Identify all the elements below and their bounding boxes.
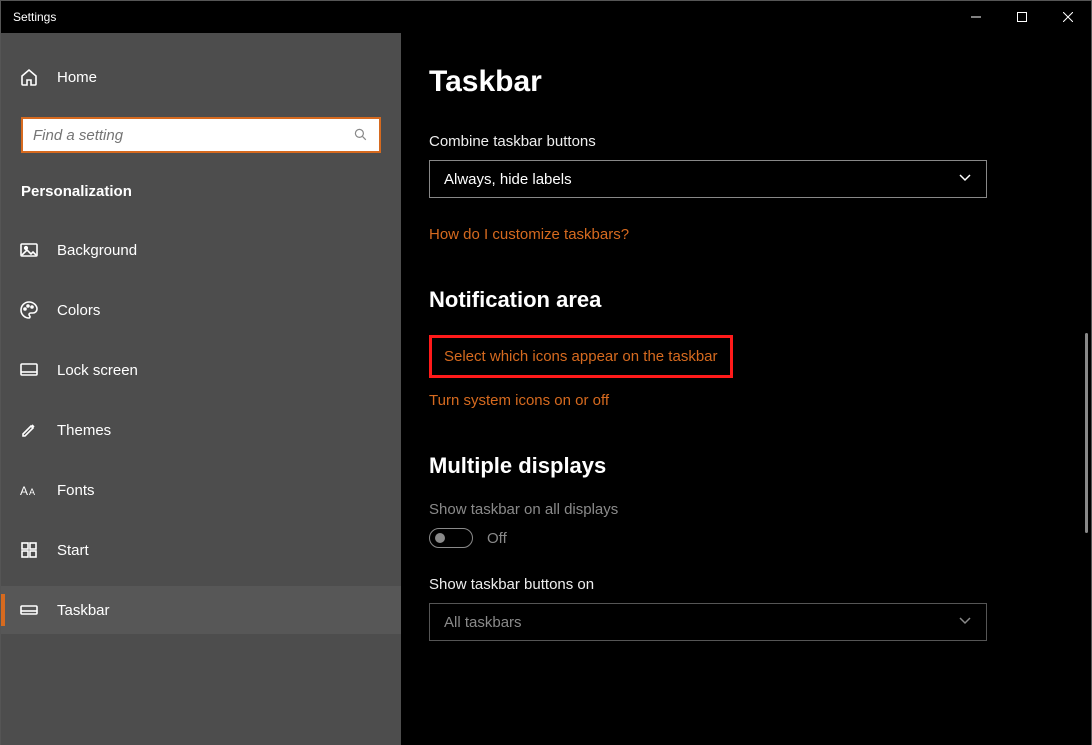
minimize-icon <box>971 12 981 22</box>
content-pane: Taskbar Combine taskbar buttons Always, … <box>401 33 1091 745</box>
sidebar-item-label: Background <box>57 242 137 259</box>
chevron-down-icon <box>958 170 972 188</box>
link-select-icons[interactable]: Select which icons appear on the taskbar <box>444 348 718 365</box>
sidebar-item-lockscreen[interactable]: Lock screen <box>1 346 401 394</box>
page-title: Taskbar <box>429 65 1063 99</box>
show-buttons-label: Show taskbar buttons on <box>429 576 1063 593</box>
show-all-displays-label: Show taskbar on all displays <box>429 501 1063 518</box>
themes-icon <box>19 420 39 440</box>
sidebar-item-fonts[interactable]: AA Fonts <box>1 466 401 514</box>
sidebar-item-taskbar[interactable]: Taskbar <box>1 586 401 634</box>
fonts-icon: AA <box>19 480 39 500</box>
palette-icon <box>19 300 39 320</box>
minimize-button[interactable] <box>953 1 999 33</box>
section-notification-area: Notification area <box>429 287 1063 313</box>
sidebar-item-colors[interactable]: Colors <box>1 286 401 334</box>
settings-window: Settings Home <box>0 0 1092 745</box>
combine-dropdown[interactable]: Always, hide labels <box>429 160 987 198</box>
link-customize-taskbars[interactable]: How do I customize taskbars? <box>429 226 1063 243</box>
combine-value: Always, hide labels <box>444 171 572 188</box>
window-title: Settings <box>1 10 56 24</box>
nav-home-label: Home <box>57 69 97 86</box>
chevron-down-icon <box>958 613 972 631</box>
sidebar: Home Personalization Background Colors <box>1 33 401 745</box>
sidebar-nav: Background Colors Lock screen Themes AA … <box>1 226 401 634</box>
search-input[interactable] <box>23 127 343 144</box>
picture-icon <box>19 240 39 260</box>
toggle-knob <box>435 533 445 543</box>
nav-home[interactable]: Home <box>1 55 401 99</box>
sidebar-item-themes[interactable]: Themes <box>1 406 401 454</box>
window-body: Home Personalization Background Colors <box>1 33 1091 745</box>
sidebar-item-label: Lock screen <box>57 362 138 379</box>
toggle-state-label: Off <box>487 530 507 547</box>
home-icon <box>19 67 39 87</box>
sidebar-item-label: Start <box>57 542 89 559</box>
scrollbar-thumb[interactable] <box>1085 333 1088 533</box>
close-button[interactable] <box>1045 1 1091 33</box>
sidebar-item-label: Themes <box>57 422 111 439</box>
section-multiple-displays: Multiple displays <box>429 453 1063 479</box>
link-system-icons[interactable]: Turn system icons on or off <box>429 392 1063 409</box>
start-icon <box>19 540 39 560</box>
svg-text:A: A <box>20 484 28 498</box>
titlebar: Settings <box>1 1 1091 33</box>
search-icon <box>343 127 379 143</box>
taskbar-icon <box>19 600 39 620</box>
search-box[interactable] <box>21 117 381 153</box>
sidebar-item-start[interactable]: Start <box>1 526 401 574</box>
sidebar-item-label: Fonts <box>57 482 95 499</box>
maximize-icon <box>1017 12 1027 22</box>
lockscreen-icon <box>19 360 39 380</box>
sidebar-item-label: Taskbar <box>57 602 110 619</box>
sidebar-item-label: Colors <box>57 302 100 319</box>
show-all-displays-toggle[interactable] <box>429 528 473 548</box>
show-buttons-value: All taskbars <box>444 614 522 631</box>
highlight-select-icons: Select which icons appear on the taskbar <box>429 335 733 378</box>
window-controls <box>953 1 1091 33</box>
sidebar-item-background[interactable]: Background <box>1 226 401 274</box>
combine-label: Combine taskbar buttons <box>429 133 1063 150</box>
sidebar-category: Personalization <box>1 167 401 226</box>
close-icon <box>1063 12 1073 22</box>
show-buttons-dropdown[interactable]: All taskbars <box>429 603 987 641</box>
svg-text:A: A <box>29 487 35 497</box>
maximize-button[interactable] <box>999 1 1045 33</box>
show-all-displays-toggle-row: Off <box>429 528 1063 548</box>
